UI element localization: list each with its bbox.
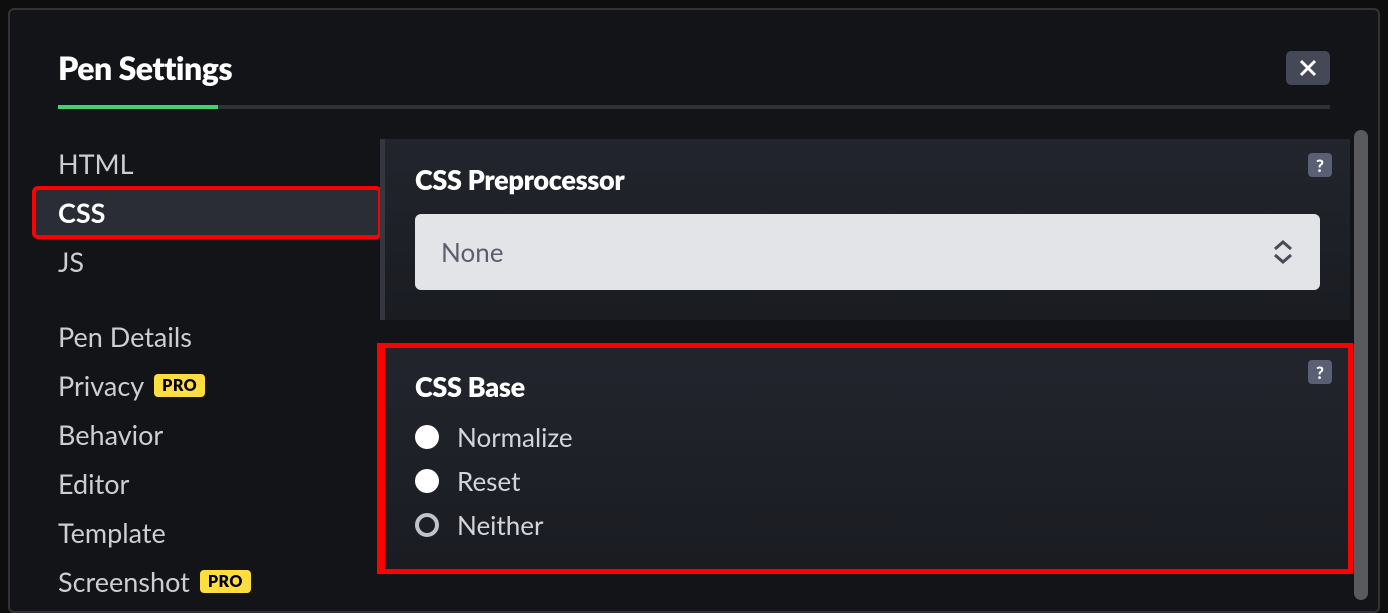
close-button[interactable] (1286, 51, 1330, 85)
radio-label: Neither (457, 509, 543, 541)
sidebar-item-label: HTML (58, 147, 134, 180)
panel-title: CSS Base (415, 370, 1320, 403)
radio-icon (415, 469, 439, 493)
radio-icon (415, 513, 439, 537)
sidebar-item-label: Pen Details (58, 320, 192, 353)
css-preprocessor-panel: ? CSS Preprocessor None (380, 139, 1350, 320)
select-value: None (441, 236, 503, 268)
sidebar-item-css[interactable]: CSS (34, 188, 380, 237)
scrollbar[interactable] (1354, 130, 1368, 600)
chevron-up-down-icon (1272, 240, 1294, 264)
sidebar-item-pen-details[interactable]: Pen Details (34, 312, 380, 361)
sidebar-group-languages: HTML CSS JS (34, 139, 380, 286)
sidebar-item-template[interactable]: Template (34, 508, 380, 557)
sidebar-item-label: Privacy (58, 369, 144, 402)
radio-option-reset[interactable]: Reset (415, 465, 1320, 497)
sidebar-item-editor[interactable]: Editor (34, 459, 380, 508)
sidebar-item-html[interactable]: HTML (34, 139, 380, 188)
radio-option-normalize[interactable]: Normalize (415, 421, 1320, 453)
modal-content: HTML CSS JS Pen Details Privacy PRO (10, 109, 1378, 613)
sidebar-item-js[interactable]: JS (34, 237, 380, 286)
pro-badge: PRO (200, 570, 251, 593)
pro-badge: PRO (154, 374, 205, 397)
sidebar-item-label: JS (58, 245, 84, 278)
sidebar-item-label: Behavior (58, 418, 163, 451)
settings-sidebar: HTML CSS JS Pen Details Privacy PRO (10, 139, 380, 613)
help-icon[interactable]: ? (1308, 153, 1332, 177)
sidebar-item-behavior[interactable]: Behavior (34, 410, 380, 459)
css-base-radio-group: Normalize Reset Neither (415, 421, 1320, 541)
radio-label: Normalize (457, 421, 573, 453)
modal-header: Pen Settings (10, 10, 1378, 105)
sidebar-item-label: CSS (58, 196, 105, 229)
sidebar-item-privacy[interactable]: Privacy PRO (34, 361, 380, 410)
modal-title: Pen Settings (58, 48, 232, 87)
close-icon (1299, 59, 1317, 77)
header-underline (58, 105, 1330, 109)
radio-label: Reset (457, 465, 520, 497)
settings-main: ? CSS Preprocessor None ? CSS Base Norma (380, 139, 1378, 613)
preprocessor-select[interactable]: None (415, 214, 1320, 290)
help-icon[interactable]: ? (1308, 360, 1332, 384)
sidebar-group-settings: Pen Details Privacy PRO Behavior Editor … (34, 312, 380, 606)
pen-settings-modal: Pen Settings HTML CSS JS (8, 8, 1380, 613)
sidebar-item-label: Screenshot (58, 565, 190, 598)
radio-icon (415, 425, 439, 449)
sidebar-item-label: Template (58, 516, 166, 549)
css-base-panel: ? CSS Base Normalize Reset Neither (380, 346, 1350, 571)
sidebar-item-screenshot[interactable]: Screenshot PRO (34, 557, 380, 606)
panel-title: CSS Preprocessor (415, 163, 1320, 196)
radio-option-neither[interactable]: Neither (415, 509, 1320, 541)
sidebar-item-label: Editor (58, 467, 129, 500)
